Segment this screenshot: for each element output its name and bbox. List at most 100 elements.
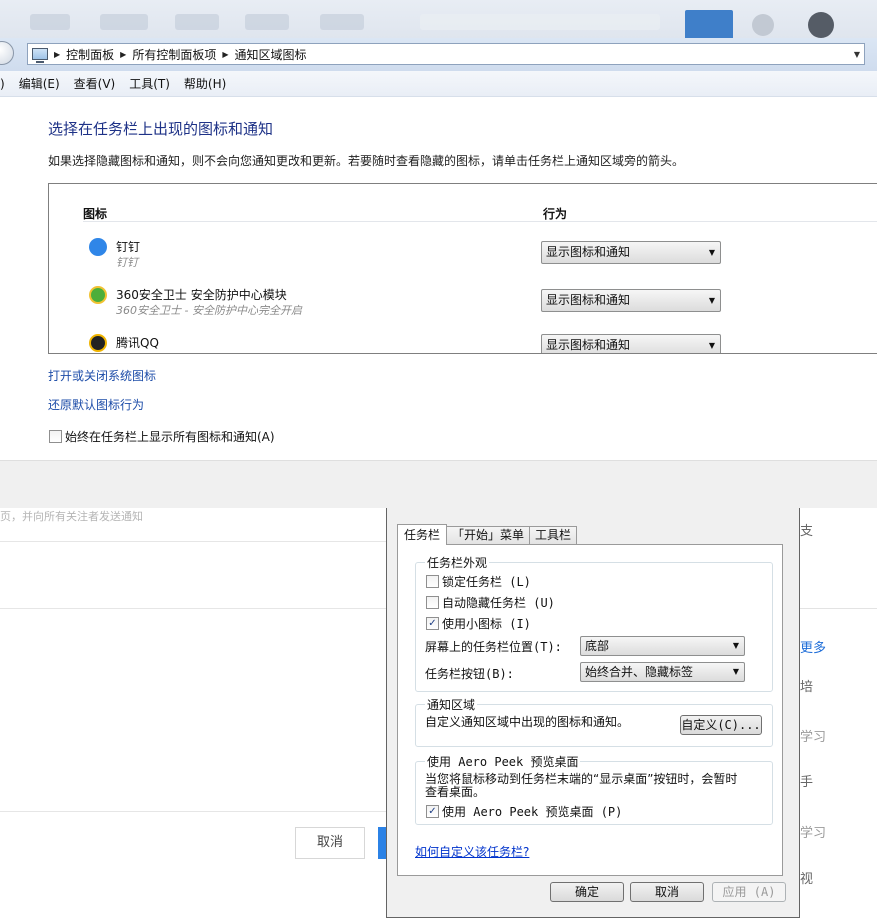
taskbar-position-select[interactable]: 底部 ▼ xyxy=(580,636,745,656)
app-name: 钉钉 xyxy=(116,240,141,254)
side-text: 支 xyxy=(800,524,814,539)
small-icons-label: 使用小图标 (I) xyxy=(442,617,531,631)
aero-peek-description-line2: 查看桌面。 xyxy=(425,785,486,799)
divider xyxy=(0,811,388,812)
checkbox-box[interactable] xyxy=(49,430,62,443)
notification-area-title: 通知区域 xyxy=(425,696,478,713)
menu-view[interactable]: 查看(V) xyxy=(74,75,116,92)
taskbar-properties-dialog: 任务栏 「开始」菜单 工具栏 任务栏外观 锁定任务栏 (L) 自动隐藏任务栏 (… xyxy=(386,508,800,918)
behavior-select-value: 显示图标和通知 xyxy=(546,245,631,259)
column-header-behavior: 行为 xyxy=(543,207,568,221)
restore-defaults-link[interactable]: 还原默认图标行为 xyxy=(48,396,144,413)
notification-icons-window: ▶ 控制面板 ▶ 所有控制面板项 ▶ 通知区域图标 ▼ ) 编辑(E) 查看(V… xyxy=(0,38,877,508)
aero-peek-checkbox[interactable]: ✓ 使用 Aero Peek 预览桌面 (P) xyxy=(426,803,622,820)
background-hint-text: 页，并向所有关注者发送通知 xyxy=(0,510,143,523)
side-text: 培 xyxy=(800,680,814,695)
autohide-taskbar-label: 自动隐藏任务栏 (U) xyxy=(442,596,555,610)
checkbox-box[interactable] xyxy=(426,596,439,609)
small-icons-checkbox[interactable]: ✓ 使用小图标 (I) xyxy=(426,615,531,632)
360-security-icon xyxy=(89,286,107,304)
control-panel-icon xyxy=(32,48,48,63)
chevron-down-icon: ▼ xyxy=(732,667,739,676)
address-dropdown-icon[interactable]: ▼ xyxy=(848,43,866,65)
browser-top-strip xyxy=(0,0,877,38)
taskbar-buttons-value: 始终合并、隐藏标签 xyxy=(585,665,694,679)
breadcrumb-arrow-icon[interactable]: ▶ xyxy=(54,50,60,59)
notification-area-description: 自定义通知区域中出现的图标和通知。 xyxy=(425,715,630,729)
table-row: 腾讯QQ 显示图标和通知 ▼ xyxy=(49,334,877,353)
forward-nav-button[interactable] xyxy=(0,41,14,65)
apply-button[interactable]: 应用 (A) xyxy=(712,882,786,902)
window-footer xyxy=(0,460,877,508)
taskbar-buttons-select[interactable]: 始终合并、隐藏标签 ▼ xyxy=(580,662,745,682)
breadcrumb-all-items[interactable]: 所有控制面板项 xyxy=(132,46,216,63)
more-link[interactable]: 更多 xyxy=(800,637,826,656)
aero-peek-title: 使用 Aero Peek 预览桌面 xyxy=(425,753,581,770)
divider xyxy=(0,541,388,542)
menu-edit[interactable]: 编辑(E) xyxy=(19,75,60,92)
blurred-user-icon xyxy=(752,14,774,36)
qq-penguin-icon xyxy=(89,334,107,352)
appearance-group-title: 任务栏外观 xyxy=(425,554,490,571)
aero-peek-label: 使用 Aero Peek 预览桌面 (P) xyxy=(442,805,623,819)
divider xyxy=(0,608,388,609)
customize-taskbar-help-link[interactable]: 如何自定义该任务栏? xyxy=(415,843,529,860)
tab-start-menu[interactable]: 「开始」菜单 xyxy=(446,526,531,544)
app-name: 腾讯QQ xyxy=(116,336,159,350)
dingtalk-icon xyxy=(89,238,107,256)
side-text: 学习 xyxy=(800,826,827,841)
blurred-blue-button xyxy=(685,10,733,38)
menu-tools[interactable]: 工具(T) xyxy=(129,75,170,92)
app-description: 钉钉 xyxy=(116,256,138,269)
behavior-select-value: 显示图标和通知 xyxy=(546,293,631,307)
side-text: 视 xyxy=(800,872,814,887)
app-name: 360安全卫士 安全防护中心模块 xyxy=(116,288,287,302)
table-row: 钉钉 钉钉 显示图标和通知 ▼ xyxy=(49,238,877,282)
breadcrumb-arrow-icon[interactable]: ▶ xyxy=(120,50,126,59)
behavior-select-value: 显示图标和通知 xyxy=(546,338,631,352)
chevron-down-icon: ▼ xyxy=(732,641,739,650)
cancel-button[interactable]: 取消 xyxy=(630,882,704,902)
background-cancel-button[interactable]: 取消 xyxy=(295,827,365,859)
dialog-tabs: 任务栏 「开始」菜单 工具栏 xyxy=(397,524,578,545)
table-row: 360安全卫士 安全防护中心模块 360安全卫士 - 安全防护中心完全开启 显示… xyxy=(49,286,877,330)
blurred-nav-item xyxy=(320,14,364,30)
page-title: 选择在任务栏上出现的图标和通知 xyxy=(48,120,274,138)
menu-file-fragment[interactable]: ) xyxy=(0,77,5,91)
side-text: 学习 xyxy=(800,730,827,745)
checkmark-icon[interactable]: ✓ xyxy=(426,617,439,630)
taskbar-position-value: 底部 xyxy=(585,639,610,653)
address-bar-row: ▶ 控制面板 ▶ 所有控制面板项 ▶ 通知区域图标 ▼ xyxy=(0,38,877,71)
blurred-nav-item xyxy=(175,14,219,30)
notification-icons-table: 图标 行为 钉钉 钉钉 显示图标和通知 ▼ 360安全卫士 安全防护中心模块 3… xyxy=(48,183,877,354)
tab-taskbar[interactable]: 任务栏 xyxy=(397,524,448,545)
chevron-down-icon: ▼ xyxy=(708,296,715,305)
ok-button[interactable]: 确定 xyxy=(550,882,624,902)
behavior-select[interactable]: 显示图标和通知 ▼ xyxy=(541,241,721,264)
behavior-select[interactable]: 显示图标和通知 ▼ xyxy=(541,289,721,312)
checkmark-icon[interactable]: ✓ xyxy=(426,805,439,818)
breadcrumb-arrow-icon[interactable]: ▶ xyxy=(222,50,228,59)
lock-taskbar-checkbox[interactable]: 锁定任务栏 (L) xyxy=(426,573,531,590)
page-description: 如果选择隐藏图标和通知，则不会向您通知更改和更新。若要随时查看隐藏的图标，请单击… xyxy=(48,154,685,168)
taskbar-buttons-label: 任务栏按钮(B): xyxy=(425,667,514,681)
lock-taskbar-label: 锁定任务栏 (L) xyxy=(442,575,531,589)
menu-help[interactable]: 帮助(H) xyxy=(184,75,226,92)
tab-toolbars[interactable]: 工具栏 xyxy=(529,526,578,544)
customize-button[interactable]: 自定义(C)... xyxy=(680,715,762,735)
blurred-nav-item xyxy=(100,14,148,30)
blurred-nav-item xyxy=(245,14,289,30)
system-icons-link[interactable]: 打开或关闭系统图标 xyxy=(48,367,156,384)
chevron-down-icon: ▼ xyxy=(708,248,715,257)
checkbox-box[interactable] xyxy=(426,575,439,588)
divider xyxy=(790,608,877,609)
breadcrumb-notification-icons[interactable]: 通知区域图标 xyxy=(235,46,307,63)
behavior-select[interactable]: 显示图标和通知 ▼ xyxy=(541,334,721,353)
chevron-down-icon: ▼ xyxy=(708,341,715,350)
autohide-taskbar-checkbox[interactable]: 自动隐藏任务栏 (U) xyxy=(426,594,555,611)
taskbar-position-label: 屏幕上的任务栏位置(T): xyxy=(425,640,562,654)
breadcrumb-control-panel[interactable]: 控制面板 xyxy=(66,46,114,63)
column-header-icon: 图标 xyxy=(83,207,108,221)
address-bar[interactable]: ▶ 控制面板 ▶ 所有控制面板项 ▶ 通知区域图标 xyxy=(27,43,865,65)
always-show-all-checkbox[interactable]: 始终在任务栏上显示所有图标和通知(A) xyxy=(49,428,275,445)
